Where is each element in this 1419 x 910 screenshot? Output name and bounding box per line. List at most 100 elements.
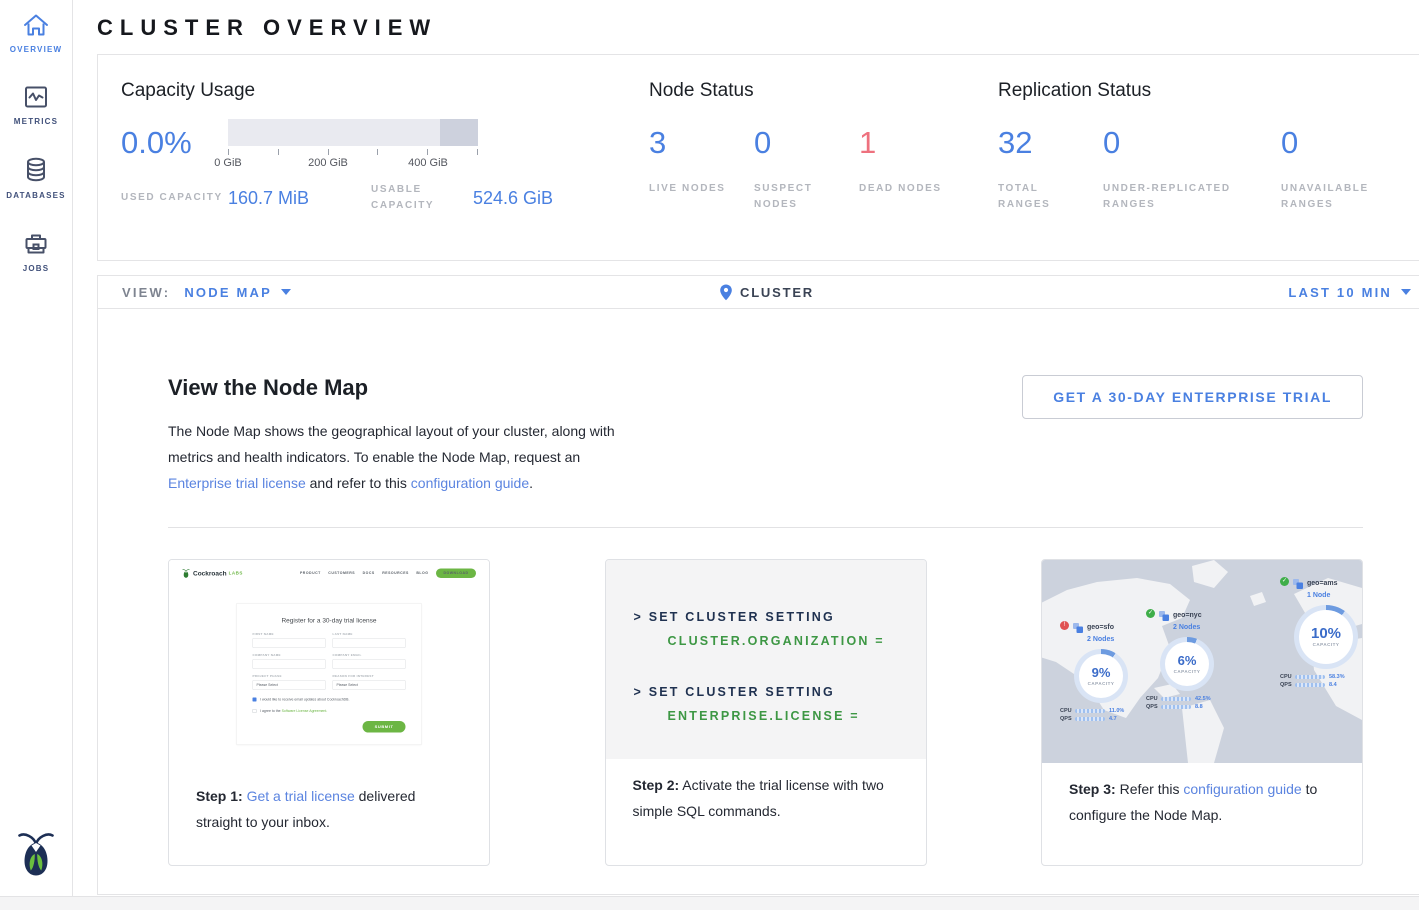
- qps-bar: [1295, 683, 1325, 687]
- sql-arg-organization: CLUSTER.ORGANIZATION =: [634, 629, 926, 653]
- project-phase-select: Please Select: [253, 680, 326, 690]
- capacity-usage-section: Capacity Usage 0.0% 0 GiB 200 GiB 400 Gi…: [121, 80, 649, 260]
- node-locality-nyc: ✓ geo=nyc2 Nodes 6%CAPACITY CPU42.5% QPS…: [1146, 608, 1232, 711]
- step2-caption: Step 2: Activate the trial license with …: [606, 759, 926, 824]
- capacity-bar: 0 GiB 200 GiB 400 GiB: [228, 119, 478, 172]
- dead-nodes-stat: 1 DEAD NODES: [859, 119, 964, 213]
- company-email-field: [333, 659, 406, 669]
- view-mode-value: NODE MAP: [184, 285, 272, 300]
- sidebar-item-label: OVERVIEW: [10, 45, 63, 54]
- step1-label: Step 1:: [196, 788, 243, 804]
- cluster-summary-card: Capacity Usage 0.0% 0 GiB 200 GiB 400 Gi…: [97, 54, 1419, 261]
- scope-value: CLUSTER: [740, 285, 814, 300]
- chevron-down-icon: [281, 289, 291, 295]
- step2-label: Step 2:: [633, 777, 680, 793]
- reason-select: Please Select: [333, 680, 406, 690]
- home-icon: [22, 12, 50, 38]
- tick-label-200: 200 GiB: [308, 157, 348, 169]
- under-replicated-ranges-stat: 0 UNDER-REPLICATED RANGES: [1103, 119, 1281, 213]
- time-range-dropdown[interactable]: LAST 10 MIN: [1288, 285, 1411, 300]
- tick-label-0: 0 GiB: [214, 157, 242, 169]
- last-name-label: LAST NAME: [333, 633, 406, 636]
- configuration-guide-link[interactable]: configuration guide: [411, 475, 529, 491]
- configuration-guide-link-2[interactable]: configuration guide: [1183, 781, 1301, 797]
- view-mode-dropdown[interactable]: NODE MAP: [184, 285, 291, 300]
- form-title: Register for a 30-day trial license: [253, 617, 406, 625]
- step1-caption: Step 1: Get a trial license delivered st…: [169, 770, 489, 835]
- suspect-nodes-value: 0: [754, 119, 859, 171]
- enterprise-trial-license-link[interactable]: Enterprise trial license: [168, 475, 306, 491]
- get-trial-license-link[interactable]: Get a trial license: [247, 788, 355, 804]
- qps-bar: [1075, 717, 1105, 721]
- sidebar-item-label: DATABASES: [6, 191, 65, 200]
- sidebar: OVERVIEW METRICS DATABASES JOBS: [0, 0, 73, 896]
- dead-status-icon: !: [1060, 621, 1069, 630]
- enterprise-trial-button[interactable]: GET A 30-DAY ENTERPRISE TRIAL: [1022, 375, 1363, 419]
- view-label: VIEW:: [122, 285, 170, 300]
- nav-docs: DOCS: [363, 571, 375, 575]
- total-ranges-value: 32: [998, 119, 1103, 171]
- dead-nodes-value: 1: [859, 119, 964, 171]
- license-agree-label: I agree to the: [260, 709, 282, 713]
- qps-bar: [1161, 705, 1191, 709]
- company-name-label: COMPANY NAME: [253, 654, 326, 657]
- capacity-bar-reserved: [440, 119, 478, 146]
- capacity-usage-title: Capacity Usage: [121, 80, 649, 102]
- nav-resources: RESOURCES: [382, 571, 409, 575]
- nav-product: PRODUCT: [300, 571, 321, 575]
- dead-nodes-label: DEAD NODES: [859, 181, 954, 197]
- sql-arg-license: ENTERPRISE.LICENSE =: [634, 704, 926, 728]
- usable-capacity-label: USABLE CAPACITY: [371, 182, 473, 214]
- app-window: OVERVIEW METRICS DATABASES JOBS: [0, 0, 1419, 897]
- minisite-nav: PRODUCT CUSTOMERS DOCS RESOURCES BLOG DO…: [300, 568, 476, 578]
- email-updates-label: I would like to receive email updates ab…: [260, 698, 349, 702]
- first-name-label: FIRST NAME: [253, 633, 326, 636]
- trial-register-form: Register for a 30-day trial license FIRS…: [236, 603, 422, 745]
- company-name-field: [253, 659, 326, 669]
- chevron-down-icon: [1401, 289, 1411, 295]
- capacity-bar-available: [228, 119, 440, 146]
- capacity-used-percent: 0.0%: [121, 119, 228, 158]
- brand-name: Cockroach: [193, 569, 227, 577]
- cockroachdb-logo: [16, 829, 56, 882]
- used-capacity-value: 160.7 MiB: [228, 188, 371, 209]
- replication-status-title: Replication Status: [998, 80, 1411, 102]
- sql-command: SET CLUSTER SETTING: [649, 610, 835, 624]
- cpu-bar: [1295, 675, 1325, 679]
- section-divider: [168, 527, 1363, 528]
- first-name-field: [253, 638, 326, 648]
- node-map-heading: View the Node Map: [168, 375, 638, 401]
- node-status-title: Node Status: [649, 80, 998, 102]
- company-email-label: COMPANY EMAIL: [333, 654, 406, 657]
- sidebar-item-metrics[interactable]: METRICS: [14, 84, 58, 126]
- project-phase-label: PROJECT PHASE: [253, 675, 326, 678]
- step2-card: > SET CLUSTER SETTING CLUSTER.ORGANIZATI…: [605, 559, 927, 866]
- metrics-icon: [22, 84, 50, 110]
- scope-breadcrumb: CLUSTER: [719, 284, 814, 301]
- sidebar-item-databases[interactable]: DATABASES: [6, 156, 65, 200]
- capacity-gauge: 6%CAPACITY: [1160, 637, 1214, 691]
- nodes-icon: [1292, 578, 1304, 590]
- reason-label: REASON FOR INTEREST: [333, 675, 406, 678]
- suspect-nodes-stat: 0 SUSPECT NODES: [754, 119, 859, 213]
- under-replicated-ranges-label: UNDER-REPLICATED RANGES: [1103, 181, 1268, 213]
- brand-suffix: LABS: [229, 571, 243, 576]
- sidebar-item-overview[interactable]: OVERVIEW: [10, 12, 63, 54]
- step3-label: Step 3:: [1069, 781, 1116, 797]
- page-title: CLUSTER OVERVIEW: [97, 0, 1419, 54]
- sidebar-item-jobs[interactable]: JOBS: [22, 230, 50, 273]
- sql-command: SET CLUSTER SETTING: [649, 685, 835, 699]
- node-status-section: Node Status 3 LIVE NODES 0 SUSPECT NODES…: [649, 80, 998, 260]
- unavailable-ranges-value: 0: [1281, 119, 1411, 171]
- description-text: and refer to this: [306, 475, 411, 491]
- capacity-gauge: 10%CAPACITY: [1294, 605, 1358, 669]
- nodes-icon: [1072, 622, 1084, 634]
- briefcase-icon: [22, 230, 50, 257]
- node-map-panel: View the Node Map The Node Map shows the…: [97, 309, 1419, 895]
- email-updates-checkbox: [253, 698, 257, 702]
- node-locality-ams: ✓ geo=ams1 Node 10%CAPACITY CPU58.3% QPS…: [1280, 576, 1362, 689]
- database-icon: [22, 156, 50, 184]
- under-replicated-ranges-value: 0: [1103, 119, 1281, 171]
- used-capacity-label: USED CAPACITY: [121, 190, 228, 206]
- content-area: CLUSTER OVERVIEW Capacity Usage 0.0% 0 G…: [73, 0, 1419, 896]
